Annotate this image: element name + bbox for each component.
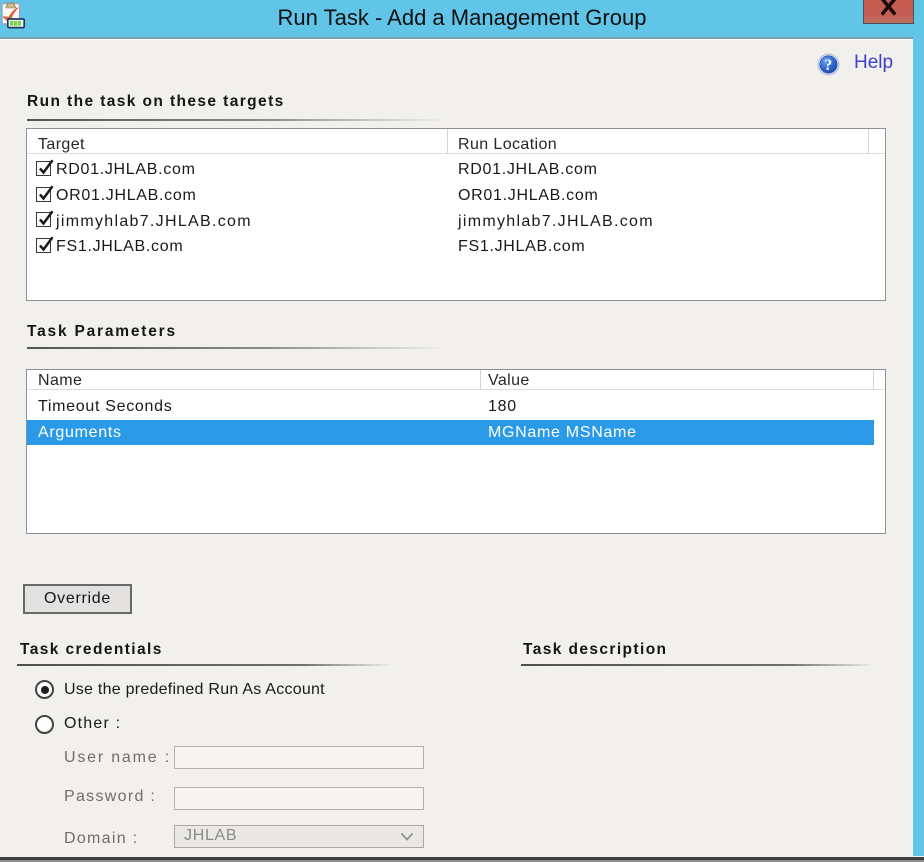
svg-text:?: ? (824, 57, 832, 74)
